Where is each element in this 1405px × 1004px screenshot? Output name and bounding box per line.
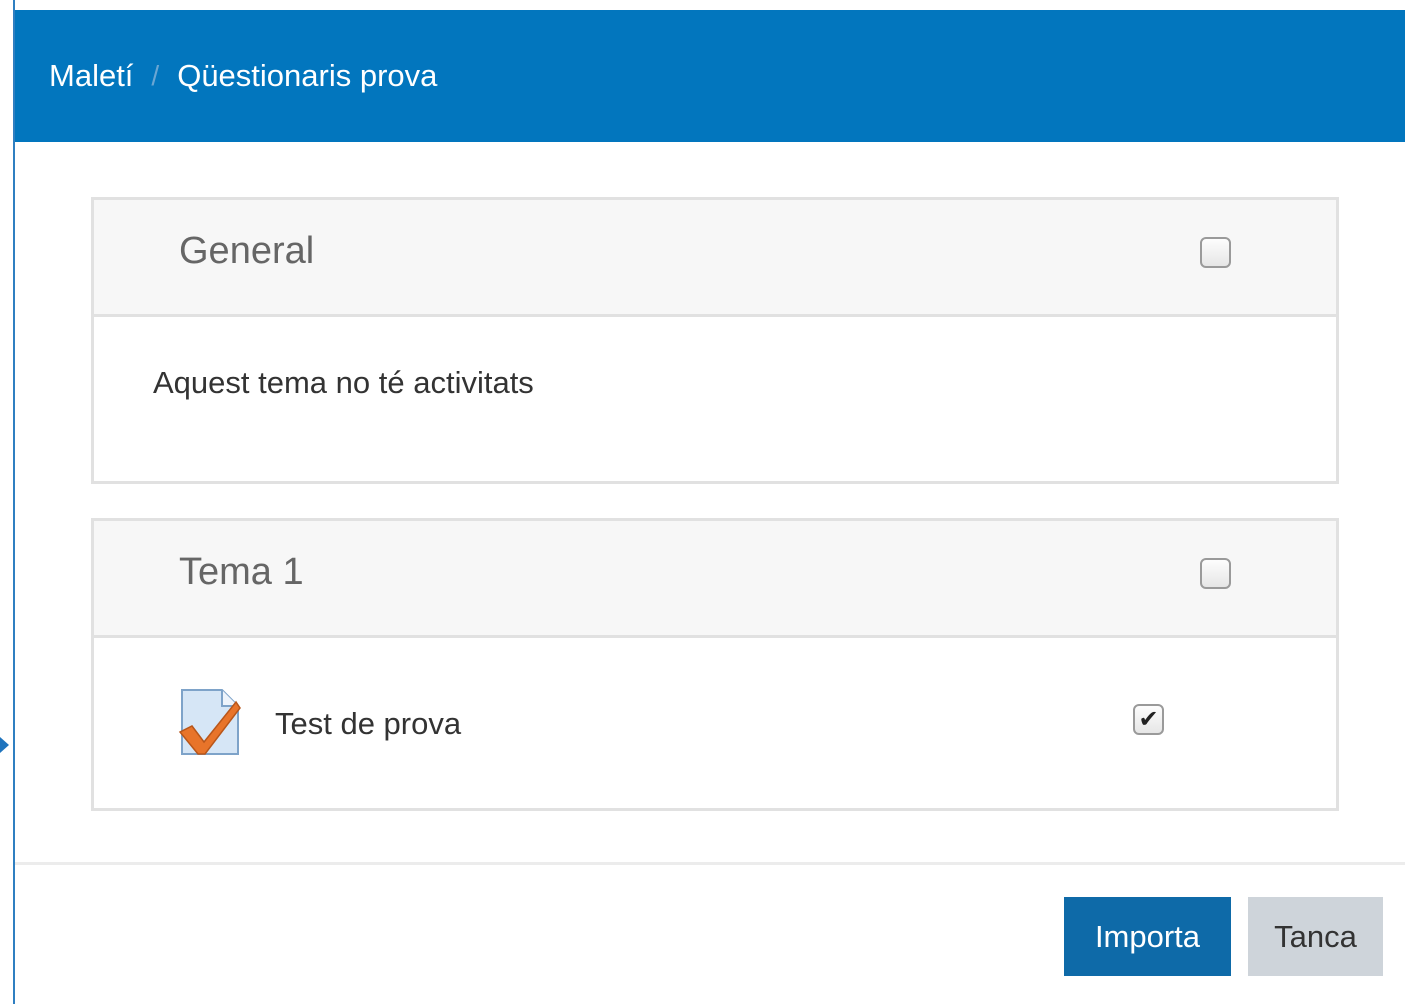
section-general-checkbox[interactable] [1200,237,1231,268]
import-dialog: Maletí / Qüestionaris prova General Aque… [15,10,1405,1004]
section-title: Tema 1 [179,551,304,593]
section-tema-1: Tema 1 Test de prova ✔ [91,518,1339,811]
breadcrumb: Maletí / Qüestionaris prova [49,58,437,94]
activity-checkbox[interactable]: ✔ [1133,704,1164,735]
dialog-header: Maletí / Qüestionaris prova [15,10,1405,142]
empty-section-message: Aquest tema no té activitats [153,365,534,400]
section-general: General Aquest tema no té activitats [91,197,1339,484]
close-button[interactable]: Tanca [1248,897,1383,976]
section-tema-1-checkbox[interactable] [1200,558,1231,589]
breadcrumb-separator: / [151,60,160,91]
activity-name: Test de prova [275,706,462,741]
breadcrumb-root[interactable]: Maletí [49,58,133,94]
section-header: General [94,200,1336,317]
arrow-right-icon [0,737,9,753]
checkmark-icon: ✔ [1138,705,1159,733]
footer-divider [15,862,1405,865]
section-header: Tema 1 [94,521,1336,638]
activity-row: Test de prova ✔ [94,638,1336,808]
section-body: Aquest tema no té activitats [94,317,1336,481]
import-button[interactable]: Importa [1064,897,1231,976]
breadcrumb-current: Qüestionaris prova [177,58,438,93]
quiz-icon [178,689,241,755]
page: Maletí / Qüestionaris prova General Aque… [0,0,1405,1004]
section-title: General [179,230,315,272]
